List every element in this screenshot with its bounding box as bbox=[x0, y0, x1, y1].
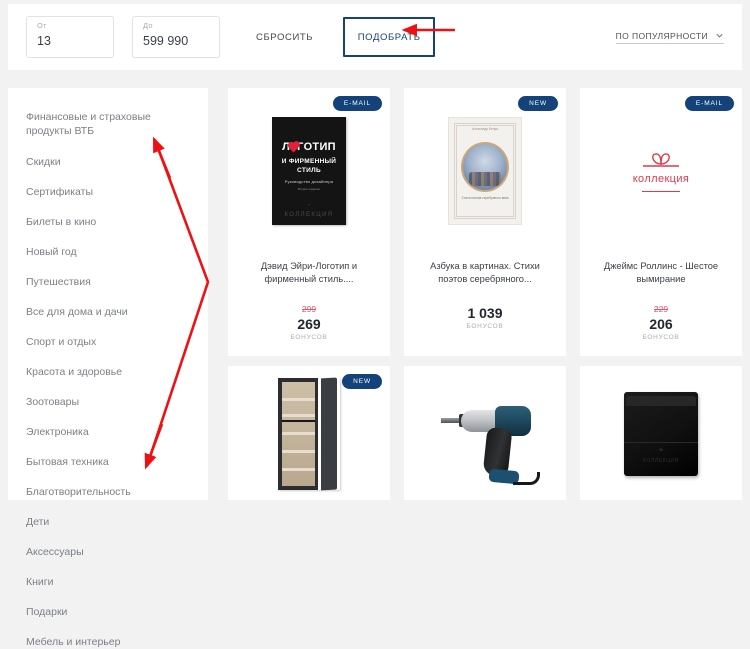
cover-edition: Второе издание bbox=[297, 187, 321, 191]
bow-ribbon-icon: ❧ bbox=[658, 447, 664, 454]
kollekciya-logo: коллекция bbox=[633, 150, 690, 193]
page-root: От 13 До 599 990 СБРОСИТЬ ПОДОБРАТЬ ПО П… bbox=[0, 0, 750, 648]
price-from-field[interactable]: От 13 bbox=[26, 16, 114, 58]
price-to-value[interactable]: 599 990 bbox=[143, 32, 209, 50]
product-card[interactable]: ❧ КОЛЛЕКЦИЯ bbox=[580, 366, 742, 500]
product-price-block: 229 206 БОНУСОВ bbox=[580, 304, 742, 343]
cover-title-line1: Л ГОТИП bbox=[272, 141, 346, 153]
sidebar-item-cinema-tickets[interactable]: Билеты в кино bbox=[8, 216, 208, 229]
sidebar-item-travel[interactable]: Путешествия bbox=[8, 276, 208, 289]
sidebar-item-gifts[interactable]: Подарки bbox=[8, 606, 208, 619]
price-to-field[interactable]: До 599 990 bbox=[132, 16, 220, 58]
book-azbuka-cover: Александр Бенуа Стихи поэтов серебряного… bbox=[448, 117, 522, 225]
product-image: коллекция bbox=[580, 96, 742, 246]
product-price: 1 039 bbox=[467, 305, 503, 321]
reset-filters-button[interactable]: СБРОСИТЬ bbox=[256, 32, 313, 43]
product-image bbox=[404, 372, 566, 496]
price-from-label: От bbox=[37, 21, 47, 30]
price-to-label: До bbox=[143, 21, 153, 30]
product-image: Александр Бенуа Стихи поэтов серебряного… bbox=[404, 96, 566, 246]
product-bonus-label: БОНУСОВ bbox=[466, 323, 504, 330]
filter-toolbar: От 13 До 599 990 СБРОСИТЬ ПОДОБРАТЬ ПО П… bbox=[8, 4, 742, 70]
fridge-interior bbox=[282, 382, 315, 486]
product-badge: NEW bbox=[342, 374, 382, 389]
kollekciya-wordmark: коллекция bbox=[632, 172, 690, 185]
product-badge: NEW bbox=[518, 96, 558, 111]
sidebar-item-electronics[interactable]: Электроника bbox=[8, 426, 208, 439]
apply-filters-button[interactable]: ПОДОБРАТЬ bbox=[343, 17, 436, 57]
sidebar-item-pet-supplies[interactable]: Зоотовары bbox=[8, 396, 208, 409]
product-badge: E-MAIL bbox=[332, 96, 382, 111]
product-image: ❧ КОЛЛЕКЦИЯ bbox=[580, 372, 742, 496]
product-card[interactable]: E-MAIL коллекция Джеймс Роллинс - Шестое… bbox=[580, 88, 742, 356]
book-logotip-cover: Л ГОТИП И ФИРМЕННЫЙ СТИЛЬ Руководство диз… bbox=[272, 117, 346, 225]
sidebar-item-finance[interactable]: Финансовые и страховые продукты ВТБ bbox=[8, 110, 208, 138]
cover-subtitle: Руководство дизайнера bbox=[284, 179, 334, 184]
sidebar-item-beauty-and-health[interactable]: Красота и здоровье bbox=[8, 366, 208, 379]
sort-dropdown-label: ПО ПОПУЛЯРНОСТИ bbox=[615, 30, 708, 41]
product-card[interactable]: NEW Александр Бенуа Стихи поэтов серебря… bbox=[404, 88, 566, 356]
refrigerator-photo bbox=[278, 377, 340, 491]
cover-illustration bbox=[461, 142, 509, 192]
product-card[interactable]: E-MAIL Л ГОТИП И ФИРМЕННЫЙ СТИЛЬ Руководс… bbox=[228, 88, 390, 356]
product-bonus-label: БОНУСОВ bbox=[642, 334, 680, 341]
bow-ribbon-icon bbox=[643, 153, 679, 167]
fridge-open-door bbox=[321, 377, 337, 491]
sidebar-item-children[interactable]: Дети bbox=[8, 516, 208, 529]
product-old-price: 299 bbox=[301, 304, 317, 314]
product-title[interactable]: Джеймс Роллинс - Шестое вымирание bbox=[580, 260, 742, 286]
sort-dropdown[interactable]: ПО ПОПУЛЯРНОСТИ bbox=[615, 30, 724, 44]
product-price-block: 299 269 БОНУСОВ bbox=[228, 304, 390, 343]
chevron-down-icon bbox=[716, 33, 723, 38]
sidebar-item-furniture-and-interior[interactable]: Мебель и интерьер bbox=[8, 636, 208, 649]
sidebar-item-home-and-garden[interactable]: Все для дома и дачи bbox=[8, 306, 208, 319]
product-image bbox=[228, 372, 390, 496]
product-price: 269 bbox=[297, 316, 321, 332]
wallet-brand-mark: КОЛЛЕКЦИЯ bbox=[643, 458, 679, 464]
product-image: Л ГОТИП И ФИРМЕННЫЙ СТИЛЬ Руководство диз… bbox=[228, 96, 390, 246]
cover-title-rest: ГОТИП bbox=[297, 141, 336, 153]
sidebar-item-certificates[interactable]: Сертификаты bbox=[8, 186, 208, 199]
product-title[interactable]: Азбука в картинах. Стихи поэтов серебрян… bbox=[404, 260, 566, 286]
sidebar-item-charity[interactable]: Благотворительность bbox=[8, 486, 208, 499]
cover-brand: КОЛЛЕКЦИЯ bbox=[284, 212, 334, 218]
sidebar-item-books[interactable]: Книги bbox=[8, 576, 208, 589]
product-card[interactable]: NEW bbox=[228, 366, 390, 500]
sidebar-item-accessories[interactable]: Аксессуары bbox=[8, 546, 208, 559]
sidebar-item-new-year[interactable]: Новый год bbox=[8, 246, 208, 259]
leather-wallet-photo: ❧ КОЛЛЕКЦИЯ bbox=[624, 392, 698, 476]
product-price-block: 1 039 БОНУСОВ bbox=[404, 304, 566, 332]
product-card[interactable] bbox=[404, 366, 566, 500]
logo-underline bbox=[642, 190, 680, 193]
bow-ribbon-icon: ✧ bbox=[307, 203, 311, 207]
product-old-price: 229 bbox=[653, 304, 669, 314]
product-bonus-label: БОНУСОВ bbox=[290, 334, 328, 341]
price-from-value[interactable]: 13 bbox=[37, 32, 103, 50]
sidebar-item-appliances[interactable]: Бытовая техника bbox=[8, 456, 208, 469]
sidebar-item-discounts[interactable]: Скидки bbox=[8, 156, 208, 169]
impact-driver-photo bbox=[433, 386, 540, 485]
product-title[interactable]: Дэвид Эйри-Логотип и фирменный стиль.... bbox=[228, 260, 390, 286]
product-grid: E-MAIL Л ГОТИП И ФИРМЕННЫЙ СТИЛЬ Руководс… bbox=[228, 88, 742, 500]
fridge-body bbox=[278, 378, 318, 490]
cover-author: Александр Бенуа bbox=[472, 127, 498, 131]
cover-subtitle: Стихи поэтов серебряного века bbox=[461, 196, 509, 200]
cover-title-line2: И ФИРМЕННЫЙ СТИЛЬ bbox=[281, 158, 337, 174]
product-badge: E-MAIL bbox=[684, 96, 734, 111]
category-sidebar: Финансовые и страховые продукты ВТБ Скид… bbox=[8, 88, 208, 648]
product-price: 206 bbox=[649, 316, 673, 332]
sidebar-item-sport-and-leisure[interactable]: Спорт и отдых bbox=[8, 336, 208, 349]
